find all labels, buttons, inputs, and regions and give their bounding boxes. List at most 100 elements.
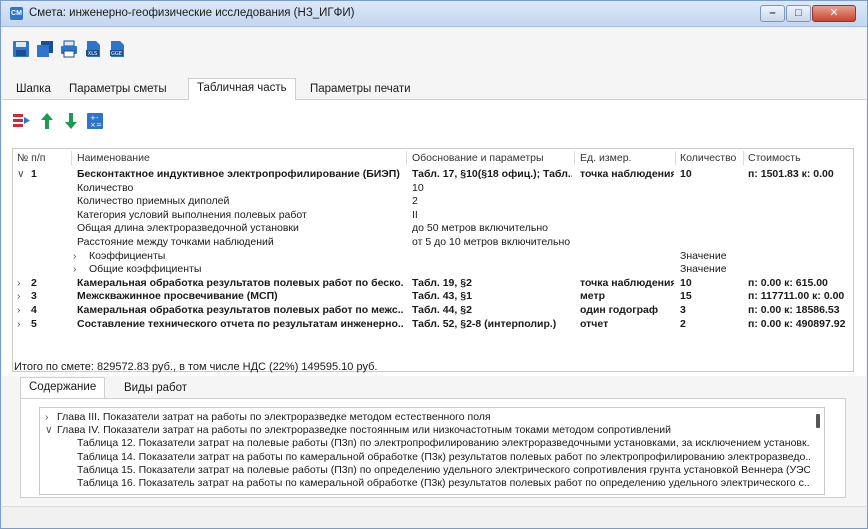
cell-name: Общая длина электроразведочной установки [77,222,299,235]
cell-name: Категория условий выполнения полевых раб… [77,208,307,221]
cell-basis: до 50 метров включительно [412,222,548,235]
tab-table-part[interactable]: Табличная часть [188,78,296,101]
contents-item[interactable]: Таблица 15. Показатели затрат на полевые… [40,464,810,477]
chevron-right-icon[interactable]: › [17,290,21,304]
contents-tree[interactable]: › Глава III. Показатели затрат на работы … [39,407,825,495]
copy-button[interactable] [36,40,54,58]
chevron-right-icon[interactable]: › [45,411,57,424]
table-row[interactable]: Количество 10 [13,182,853,196]
cell-name: Межскважинное просвечивание (МСП) [77,290,278,303]
table-panel: + - × = № п/п Наименование Обоснование и па… [2,100,866,376]
cell-qty: 2 [680,317,686,330]
col-qty-header[interactable]: Количество [680,152,736,164]
tab-work-types[interactable]: Виды работ [116,379,195,398]
bottom-tabs: Содержание Виды работ [20,377,840,399]
cell-name: Камеральная обработка результатов полевы… [77,276,404,289]
cell-cost: п: 117711.00 к: 0.00 [748,290,845,303]
minimize-button[interactable]: – [760,5,785,22]
cell-unit: отчет [580,317,609,330]
contents-item[interactable]: Таблица 14. Показатели затрат на работы … [40,451,810,464]
maximize-button[interactable]: □ [786,5,811,22]
cell-unit: точка наблюдения [580,168,674,180]
save-icon [13,41,29,57]
chevron-down-icon[interactable]: ∨ [17,168,25,182]
svg-text:=: = [96,121,102,129]
export-xls-button[interactable]: XLS [84,40,102,58]
cell-cost: п: 0.00 к: 615.00 [748,276,828,289]
table-row[interactable]: › 4 Камеральная обработка результатов поле… [13,304,853,318]
move-up-button[interactable] [38,112,56,130]
col-num-header[interactable]: № п/п [17,152,45,164]
tab-estimate-params[interactable]: Параметры сметы [61,80,175,100]
contents-item[interactable]: ∨ Глава IV. Показатели затрат на работы п… [40,424,810,437]
cell-cost: п: 0.00 к: 490897.92 [748,317,846,330]
save-button[interactable] [12,40,30,58]
estimate-table[interactable]: № п/п Наименование Обоснование и парамет… [12,148,854,372]
table-row[interactable]: › Общие коэффициенты Значение [13,263,853,277]
table-row[interactable]: ∨ 1 Бесконтактное индуктивное электропрофи… [13,168,853,182]
contents-item-label: Глава IV. Показатели затрат на работы по… [57,424,671,437]
cell-basis: Табл. 43, §1 [412,290,472,303]
maximize-icon: □ [795,7,802,19]
table-row[interactable]: › Коэффициенты Значение [13,250,853,264]
gge-label: GGE [111,51,122,57]
chevron-right-icon[interactable]: › [73,263,77,277]
arrow-up-icon [41,113,53,129]
print-button[interactable] [60,40,78,58]
col-unit-header[interactable]: Ед. измер. [580,152,631,164]
cell-name: Расстояние между точками наблюдений [77,236,274,248]
cell-basis: Табл. 19, §2 [412,276,472,289]
print-icon [61,40,77,58]
tab-print-params[interactable]: Параметры печати [302,80,419,100]
col-name-header[interactable]: Наименование [77,152,150,164]
main-tabs: Шапка Параметры сметы Табличная часть Па… [2,78,866,101]
contents-item-label: Таблица 16. Показатель затрат на работы … [77,477,810,489]
close-button[interactable]: ✕ [812,5,856,22]
cell-basis: от 5 до 10 метров включительно [412,236,571,248]
table-row[interactable]: › 3 Межскважинное просвечивание (МСП) Табл.… [13,290,853,304]
chevron-right-icon[interactable]: › [17,304,21,318]
move-down-button[interactable] [62,112,80,130]
chevron-right-icon[interactable]: › [17,318,21,332]
chevron-right-icon[interactable]: › [17,277,21,291]
export-rows-button[interactable] [12,112,30,130]
cell-name: Камеральная обработка результатов полевы… [77,304,404,316]
table-row[interactable]: Категория условий выполнения полевых раб… [13,209,853,223]
table-row[interactable]: › 5 Составление технического отчета по рез… [13,318,853,332]
cell-num: 1 [31,168,37,180]
contents-item[interactable]: Таблица 16. Показатель затрат на работы … [40,477,810,490]
cell-unit: один годограф [580,304,659,316]
cell-qty: 15 [680,290,692,303]
contents-item[interactable]: Таблица 12. Показатели затрат на полевые… [40,437,810,450]
tab-header[interactable]: Шапка [8,80,59,100]
cell-basis: 2 [412,195,418,208]
cell-qty: 10 [680,168,692,180]
tab-contents[interactable]: Содержание [20,377,106,399]
export-arrow-icon [13,114,30,127]
gge-file-icon: GGE [110,41,124,57]
close-icon: ✕ [829,7,839,19]
vertical-scrollbar[interactable] [816,414,820,428]
cell-cost: п: 1501.83 к: 0.00 [748,168,834,180]
table-row[interactable]: Общая длина электроразведочной установки… [13,222,853,236]
cell-unit: метр [580,290,606,303]
cell-name: Бесконтактное индуктивное электропрофили… [77,168,400,180]
contents-item[interactable]: › Глава III. Показатели затрат на работы … [40,411,810,424]
calculator-button[interactable]: + - × = [86,112,104,130]
col-basis-header[interactable]: Обоснование и параметры [412,152,544,164]
chevron-right-icon[interactable]: › [73,250,77,264]
minimize-icon: – [769,7,776,19]
cell-num: 2 [31,276,37,289]
cell-qty: 3 [680,304,686,316]
table-row[interactable]: › 2 Камеральная обработка результатов поле… [13,277,853,291]
svg-text:×: × [90,121,96,129]
chevron-down-icon[interactable]: ∨ [45,424,57,437]
cell-num: 4 [31,304,37,316]
contents-panel: › Глава III. Показатели затрат на работы … [20,398,846,498]
title-bar[interactable]: CM Смета: инженерно-геофизические исслед… [1,1,867,27]
table-row[interactable]: Расстояние между точками наблюдений от 5 … [13,236,853,250]
export-gge-button[interactable]: GGE [108,40,126,58]
col-cost-header[interactable]: Стоимость [748,152,801,164]
window-title: Смета: инженерно-геофизические исследова… [29,7,355,19]
table-row[interactable]: Количество приемных диполей 2 [13,195,853,209]
